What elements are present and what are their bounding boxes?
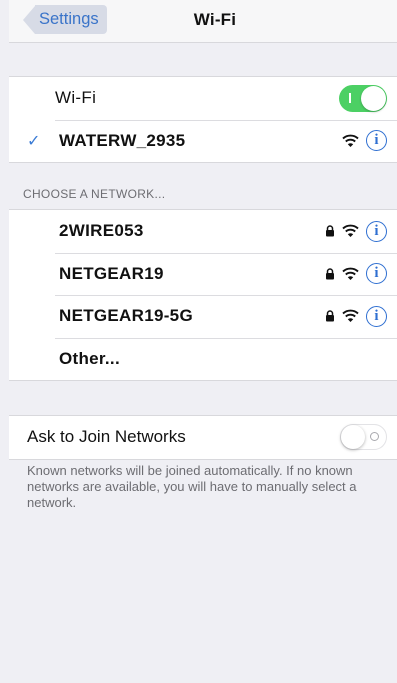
other-network-row[interactable]: Other... bbox=[9, 337, 397, 381]
lock-icon bbox=[326, 310, 334, 322]
network-row[interactable]: NETGEAR19-5G i bbox=[9, 295, 397, 338]
wifi-toggle[interactable] bbox=[339, 84, 387, 112]
info-icon[interactable]: i bbox=[366, 220, 387, 242]
network-name: NETGEAR19-5G bbox=[59, 306, 193, 326]
wifi-toggle-row: Wi-Fi bbox=[9, 77, 397, 120]
network-status-icons: i bbox=[325, 220, 387, 242]
settings-screen: Settings Wi-Fi Wi-Fi ✓ WATERW_2935 i CHO… bbox=[9, 0, 397, 683]
checkmark-icon: ✓ bbox=[27, 132, 41, 150]
network-name: 2WIRE053 bbox=[59, 221, 144, 241]
wifi-signal-icon bbox=[342, 224, 359, 238]
footnote-text: Known networks will be joined automatica… bbox=[27, 463, 357, 510]
ask-to-join-row: Ask to Join Networks bbox=[9, 416, 397, 459]
wifi-signal-icon bbox=[342, 309, 359, 323]
lock-icon bbox=[326, 268, 334, 280]
connected-network-name: WATERW_2935 bbox=[59, 130, 186, 150]
network-name: NETGEAR19 bbox=[59, 263, 164, 283]
toggle-on-mark-icon bbox=[349, 92, 351, 103]
wifi-signal-icon bbox=[342, 267, 359, 280]
network-status-icons: i bbox=[342, 130, 387, 152]
info-icon[interactable]: i bbox=[366, 263, 387, 285]
navigation-bar: Settings Wi-Fi bbox=[9, 0, 397, 43]
ask-to-join-label: Ask to Join Networks bbox=[27, 427, 186, 447]
network-status-icons: i bbox=[325, 263, 387, 285]
section-header: CHOOSE A NETWORK... bbox=[23, 187, 166, 201]
network-row[interactable]: NETGEAR19 i bbox=[9, 252, 397, 296]
info-icon[interactable]: i bbox=[366, 130, 387, 152]
ask-to-join-toggle[interactable] bbox=[340, 424, 387, 451]
toggle-off-mark-icon bbox=[370, 432, 379, 442]
connected-network-row[interactable]: ✓ WATERW_2935 i bbox=[9, 119, 397, 163]
network-row[interactable]: 2WIRE053 i bbox=[9, 210, 397, 253]
lock-icon bbox=[326, 225, 334, 237]
page-title: Wi-Fi bbox=[193, 10, 237, 29]
network-status-icons: i bbox=[325, 305, 387, 327]
network-list: 2WIRE053 i NETGEAR19 i NETGEAR19-5G i Ot… bbox=[9, 209, 397, 381]
ask-to-join-group: Ask to Join Networks bbox=[9, 415, 397, 460]
wifi-signal-icon bbox=[342, 134, 359, 147]
wifi-group: Wi-Fi ✓ WATERW_2935 i bbox=[9, 76, 397, 163]
info-icon[interactable]: i bbox=[366, 305, 387, 327]
wifi-label: Wi-Fi bbox=[55, 88, 97, 108]
other-label: Other... bbox=[59, 348, 120, 368]
